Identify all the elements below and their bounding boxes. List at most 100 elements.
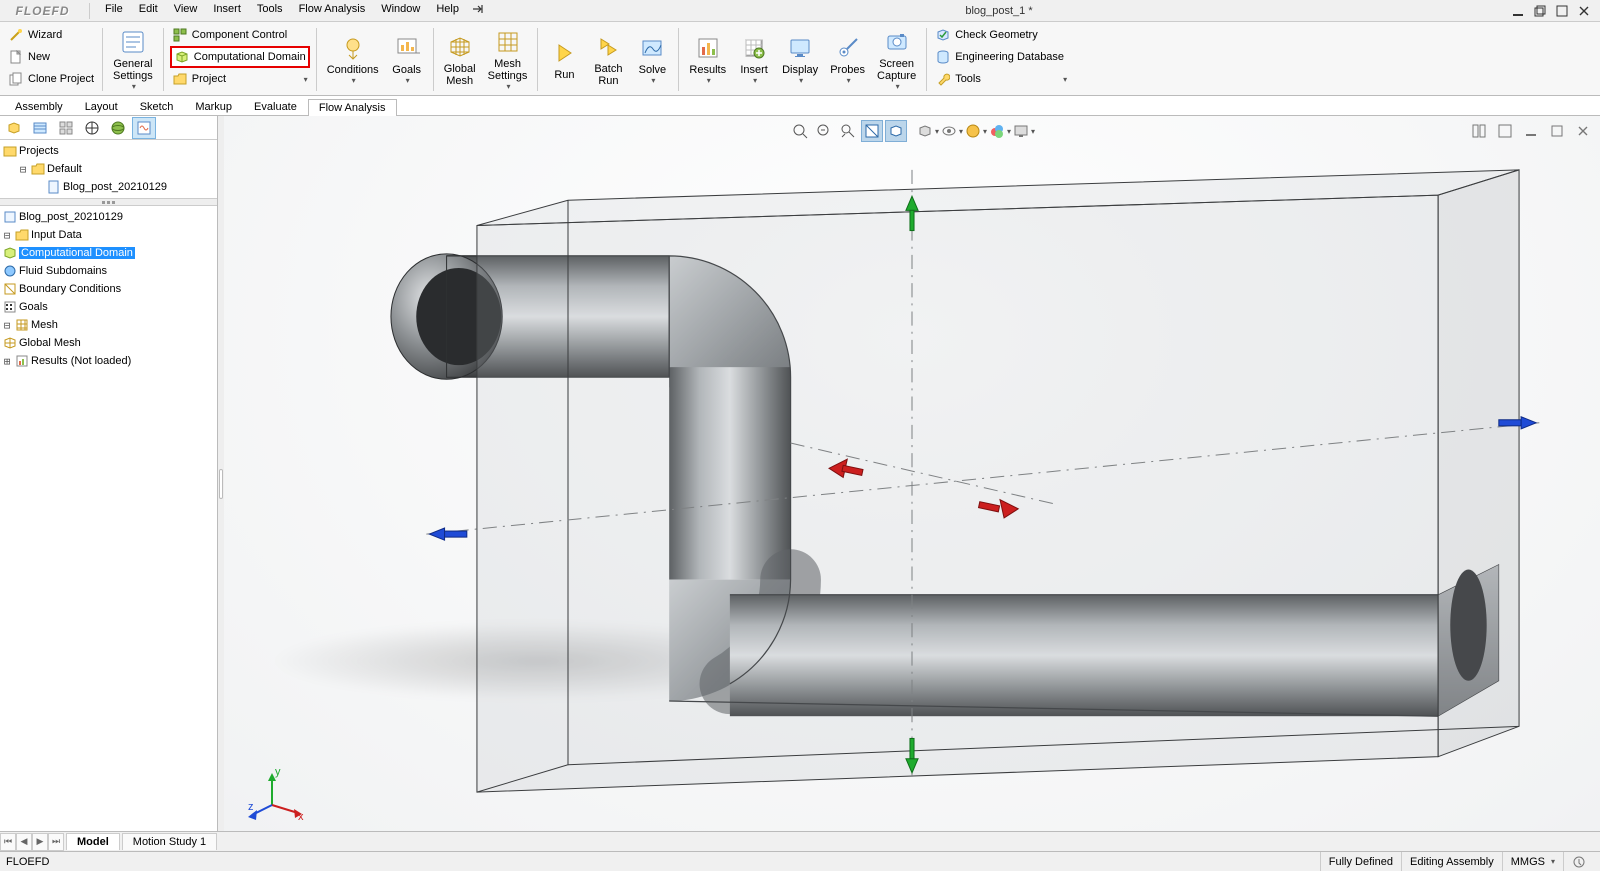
tree2-mesh[interactable]: ⊟ Mesh — [0, 316, 217, 334]
prev-view-icon[interactable] — [837, 120, 859, 142]
menu-tools[interactable]: Tools — [250, 1, 290, 20]
tab-evaluate[interactable]: Evaluate — [243, 98, 308, 115]
collapse-icon[interactable]: ⊟ — [18, 163, 28, 176]
window-minimize-icon[interactable] — [1510, 3, 1526, 19]
sheet-nav-prev[interactable]: ◀ — [16, 833, 32, 851]
batch-run-icon — [594, 33, 622, 61]
status-fully-defined: Fully Defined — [1320, 852, 1401, 871]
vp-maximize-icon[interactable] — [1546, 120, 1568, 142]
fm-mode-active[interactable] — [132, 117, 156, 139]
section-view-icon[interactable] — [861, 120, 883, 142]
menu-edit[interactable]: Edit — [132, 1, 165, 20]
solve-button[interactable]: Solve ▾ — [630, 24, 674, 95]
status-extra-icon[interactable] — [1563, 852, 1594, 871]
collapse-icon[interactable]: ⊟ — [2, 229, 12, 242]
wizard-button[interactable]: Wizard — [6, 24, 96, 46]
project-dropdown[interactable]: Project ▾ — [170, 68, 310, 90]
tab-layout[interactable]: Layout — [74, 98, 129, 115]
tree2-boundary-conditions[interactable]: Boundary Conditions — [0, 280, 217, 298]
tab-sketch[interactable]: Sketch — [129, 98, 185, 115]
check-geometry-button[interactable]: Check Geometry — [933, 24, 1069, 46]
fm-mode-2[interactable] — [28, 117, 52, 139]
new-button[interactable]: New — [6, 46, 96, 68]
window-close-icon[interactable] — [1576, 3, 1592, 19]
folder-icon — [30, 162, 45, 177]
clone-icon — [8, 71, 24, 87]
edit-appearance-icon[interactable]: ▾ — [965, 120, 987, 142]
menu-file[interactable]: File — [98, 1, 130, 20]
hide-show-icon[interactable]: ▾ — [941, 120, 963, 142]
fm-mode-3[interactable] — [54, 117, 78, 139]
title-bar: FLOEFD File Edit View Insert Tools Flow … — [0, 0, 1600, 22]
tree-blog-project[interactable]: Blog_post_20210129 — [0, 178, 217, 196]
chevron-down-icon: ▾ — [302, 75, 308, 84]
fm-mode-1[interactable] — [2, 117, 26, 139]
app-logo: FLOEFD — [0, 0, 85, 22]
mesh-settings-icon — [494, 28, 522, 56]
status-units[interactable]: MMGS▾ — [1502, 852, 1563, 871]
tree-splitter[interactable] — [0, 198, 217, 206]
tree2-root[interactable]: Blog_post_20210129 — [0, 208, 217, 226]
vp-minimize-icon[interactable] — [1520, 120, 1542, 142]
menu-view[interactable]: View — [167, 1, 205, 20]
expand-icon[interactable]: ⊞ — [2, 355, 12, 368]
sheet-tab-motion-study[interactable]: Motion Study 1 — [122, 833, 217, 850]
menu-help[interactable]: Help — [429, 1, 466, 20]
tree2-results[interactable]: ⊞ Results (Not loaded) — [0, 352, 217, 370]
zoom-area-icon[interactable] — [813, 120, 835, 142]
sheet-nav-last[interactable]: ⏭ — [48, 833, 64, 851]
tab-flow-analysis[interactable]: Flow Analysis — [308, 99, 397, 116]
engineering-database-button[interactable]: Engineering Database — [933, 46, 1069, 68]
collapse-icon[interactable]: ⊟ — [2, 319, 12, 332]
tree-projects-root[interactable]: Projects — [0, 142, 217, 160]
sheet-tab-model[interactable]: Model — [66, 833, 120, 850]
computational-domain-button[interactable]: Computational Domain — [170, 46, 310, 68]
menu-pin-icon[interactable] — [468, 1, 488, 20]
general-settings-button[interactable]: GeneralSettings ▾ — [107, 24, 159, 95]
tools-dropdown[interactable]: Tools ▾ — [933, 68, 1069, 90]
vp-new-window-icon[interactable] — [1494, 120, 1516, 142]
orientation-triad[interactable]: y x z — [248, 765, 304, 821]
fm-mode-4[interactable] — [80, 117, 104, 139]
sheet-tab-bar: ⏮ ◀ ▶ ⏭ Model Motion Study 1 — [0, 831, 1600, 851]
run-button[interactable]: Run — [542, 24, 586, 95]
view-settings-icon[interactable]: ▾ — [1013, 120, 1035, 142]
vp-close-icon[interactable] — [1572, 120, 1594, 142]
view-orientation-icon[interactable] — [885, 120, 907, 142]
tree2-computational-domain[interactable]: Computational Domain — [0, 244, 217, 262]
sheet-nav-next[interactable]: ▶ — [32, 833, 48, 851]
menu-flow-analysis[interactable]: Flow Analysis — [292, 1, 373, 20]
menu-insert[interactable]: Insert — [206, 1, 248, 20]
tab-markup[interactable]: Markup — [184, 98, 243, 115]
apply-scene-icon[interactable]: ▾ — [989, 120, 1011, 142]
component-control-button[interactable]: Component Control — [170, 24, 310, 46]
goals-button[interactable]: Goals ▾ — [385, 24, 429, 95]
tree2-fluid-subdomains[interactable]: Fluid Subdomains — [0, 262, 217, 280]
screen-capture-button[interactable]: ScreenCapture ▾ — [871, 24, 922, 95]
batch-run-button[interactable]: BatchRun — [586, 24, 630, 95]
clone-project-button[interactable]: Clone Project — [6, 68, 96, 90]
display-button[interactable]: Display ▾ — [776, 24, 824, 95]
display-style-icon[interactable]: ▾ — [917, 120, 939, 142]
insert-button[interactable]: Insert ▾ — [732, 24, 776, 95]
global-mesh-button[interactable]: GlobalMesh — [438, 24, 482, 95]
sheet-nav-first[interactable]: ⏮ — [0, 833, 16, 851]
window-restore-2-icon[interactable] — [1554, 3, 1570, 19]
window-restore-1-icon[interactable] — [1532, 3, 1548, 19]
chevron-down-icon: ▾ — [649, 76, 655, 85]
chevron-down-icon: ▾ — [350, 76, 356, 85]
tree2-goals[interactable]: Goals — [0, 298, 217, 316]
viewport-3d[interactable]: ▾ ▾ ▾ ▾ ▾ y x z — [224, 116, 1600, 851]
mesh-settings-button[interactable]: MeshSettings ▾ — [482, 24, 534, 95]
tree-default[interactable]: ⊟ Default — [0, 160, 217, 178]
fm-mode-5[interactable] — [106, 117, 130, 139]
menu-window[interactable]: Window — [374, 1, 427, 20]
conditions-button[interactable]: Conditions ▾ — [321, 24, 385, 95]
results-button[interactable]: Results ▾ — [683, 24, 732, 95]
tree2-input-data[interactable]: ⊟ Input Data — [0, 226, 217, 244]
vp-split-icon[interactable] — [1468, 120, 1490, 142]
probes-button[interactable]: Probes ▾ — [824, 24, 871, 95]
tree2-global-mesh[interactable]: Global Mesh — [0, 334, 217, 352]
zoom-fit-icon[interactable] — [789, 120, 811, 142]
tab-assembly[interactable]: Assembly — [4, 98, 74, 115]
